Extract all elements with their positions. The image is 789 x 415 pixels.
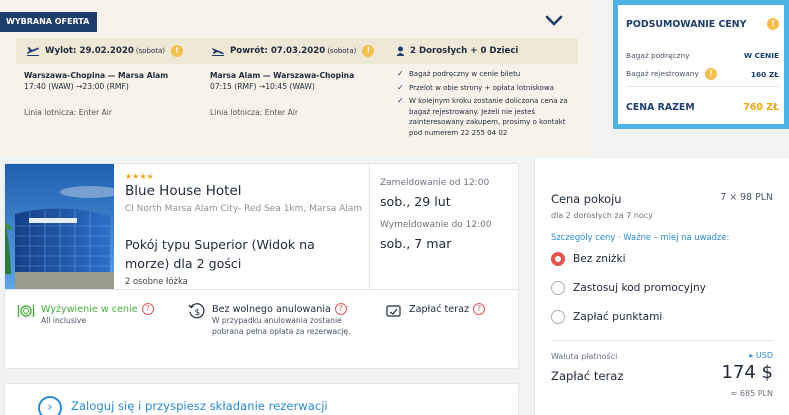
list-item: Bagaż podręczny w cenie biletu [397,69,577,80]
return-details: Marsa Alam — Warszawa-Chopina 07:15 (RMF… [210,71,355,117]
radio[interactable] [551,281,565,295]
hotel-name[interactable]: Blue House Hotel [125,183,242,199]
checked-bag-row: Bagaż rejestrowany! 160 ZŁ [626,68,779,80]
login-link[interactable]: Zaloguj się i przyspiesz składanie rezer… [71,399,328,413]
outbound-details: Warszawa-Chopina — Marsa Alam 17:40 (WAW… [24,71,169,117]
room-type: Pokój typu Superior (Widok na morze) dla… [125,237,315,271]
price-title: Cena pokoju [551,192,622,206]
pay-now-pln: ≈ 685 PLN [730,389,773,398]
radio[interactable] [551,310,565,324]
option-pay-points[interactable]: Zapłać punktami [551,310,662,324]
checkout-date: sob., 7 mar [380,236,452,251]
radio-selected[interactable] [551,252,565,266]
plane-landing-icon [212,48,224,56]
flight-header: Wylot: 29.02.2020 (sobota) ! Powrót: 07.… [16,38,578,64]
plane-takeoff-icon [27,47,39,56]
info-icon[interactable]: ! [704,68,717,80]
list-item: W kolejnym kroku zostanie doliczona cena… [397,96,577,138]
room-price-panel: Cena pokoju 7 × 98 PLN dla 2 dorosłych z… [534,158,789,415]
option-promo-code[interactable]: Zastosuj kod promocyjny [551,281,706,295]
pay-now-amount: 174 $ [721,362,773,383]
divider [551,340,773,341]
price-subtitle: dla 2 dorosłych za 7 nocy [551,211,653,220]
login-banner[interactable]: › Zaloguj się i przyspiesz składanie rez… [4,383,519,415]
help-icon[interactable]: ? [473,303,485,315]
chevron-down-icon[interactable] [543,10,565,32]
checkin-label: Zameldowanie od 12:00 [380,178,490,188]
info-icon[interactable]: ! [171,45,183,57]
hotel-card: ★★★★ Blue House Hotel Cl North Marsa Ala… [4,163,519,369]
hotel-stars: ★★★★ [125,172,154,181]
price-summary-box: PODSUMOWANIE CENY ! Bagaż podręczny W CE… [613,0,789,129]
hotel-photo[interactable] [5,164,114,289]
checkin-date: sob., 29 lut [380,194,451,209]
price-details-link[interactable]: Szczegóły ceny · Ważne – miej na uwadze: [551,232,729,242]
selected-offer-tag: WYBRANA OFERTA [0,12,97,32]
summary-title: PODSUMOWANIE CENY [626,19,747,30]
divider [369,164,370,289]
payment-card-icon [386,305,401,317]
help-icon[interactable]: ? [141,303,154,315]
chevron-right-icon: › [38,396,62,415]
included-list: Bagaż podręczny w cenie biletu Przelot w… [397,69,577,141]
selected-offer-panel: WYBRANA OFERTA Wylot: 29.02.2020 (sobota… [0,0,592,156]
no-refund-icon: $ [188,303,205,319]
dining-icon [17,305,35,317]
divider [626,86,779,87]
carry-on-row: Bagaż podręczny W CENIE [626,51,779,60]
info-icon[interactable]: ! [767,18,779,30]
currency-select[interactable]: ▸ USD [749,351,773,360]
total-row: CENA RAZEM 760 ZŁ [626,102,779,113]
pay-now-label: Zapłać teraz [551,369,624,383]
hotel-address: Cl North Marsa Alam City- Red Sea 1km, M… [125,204,363,214]
info-icon[interactable]: ! [362,45,375,57]
pay-now-feature: Zapłać teraz? [385,303,485,319]
passengers-header: 2 Dorosłych + 0 Dzieci [396,38,518,64]
help-icon[interactable]: ? [334,303,347,315]
svg-text:$: $ [195,308,201,318]
cancellation-feature: $ Bez wolnego anulowania? W przypadku an… [188,303,352,337]
passenger-icon [396,46,405,56]
price-per-night: 7 × 98 PLN [720,192,773,203]
return-header: Powrót: 07.03.2020 (sobota) ! [211,38,375,64]
bed-type: 2 osobne łóżka [125,276,188,286]
checkout-label: Wymeldowanie do 12:00 [380,220,492,230]
divider [5,289,518,290]
outbound-header: Wylot: 29.02.2020 (sobota) ! [26,38,183,64]
currency-label: Waluta płatności [551,352,618,361]
option-no-discount[interactable]: Bez zniżki [551,252,626,266]
meal-feature: Wyżywienie w cenie? All inclusive [17,303,154,326]
list-item: Przelot w obie strony + opłata lotniskow… [397,83,577,94]
